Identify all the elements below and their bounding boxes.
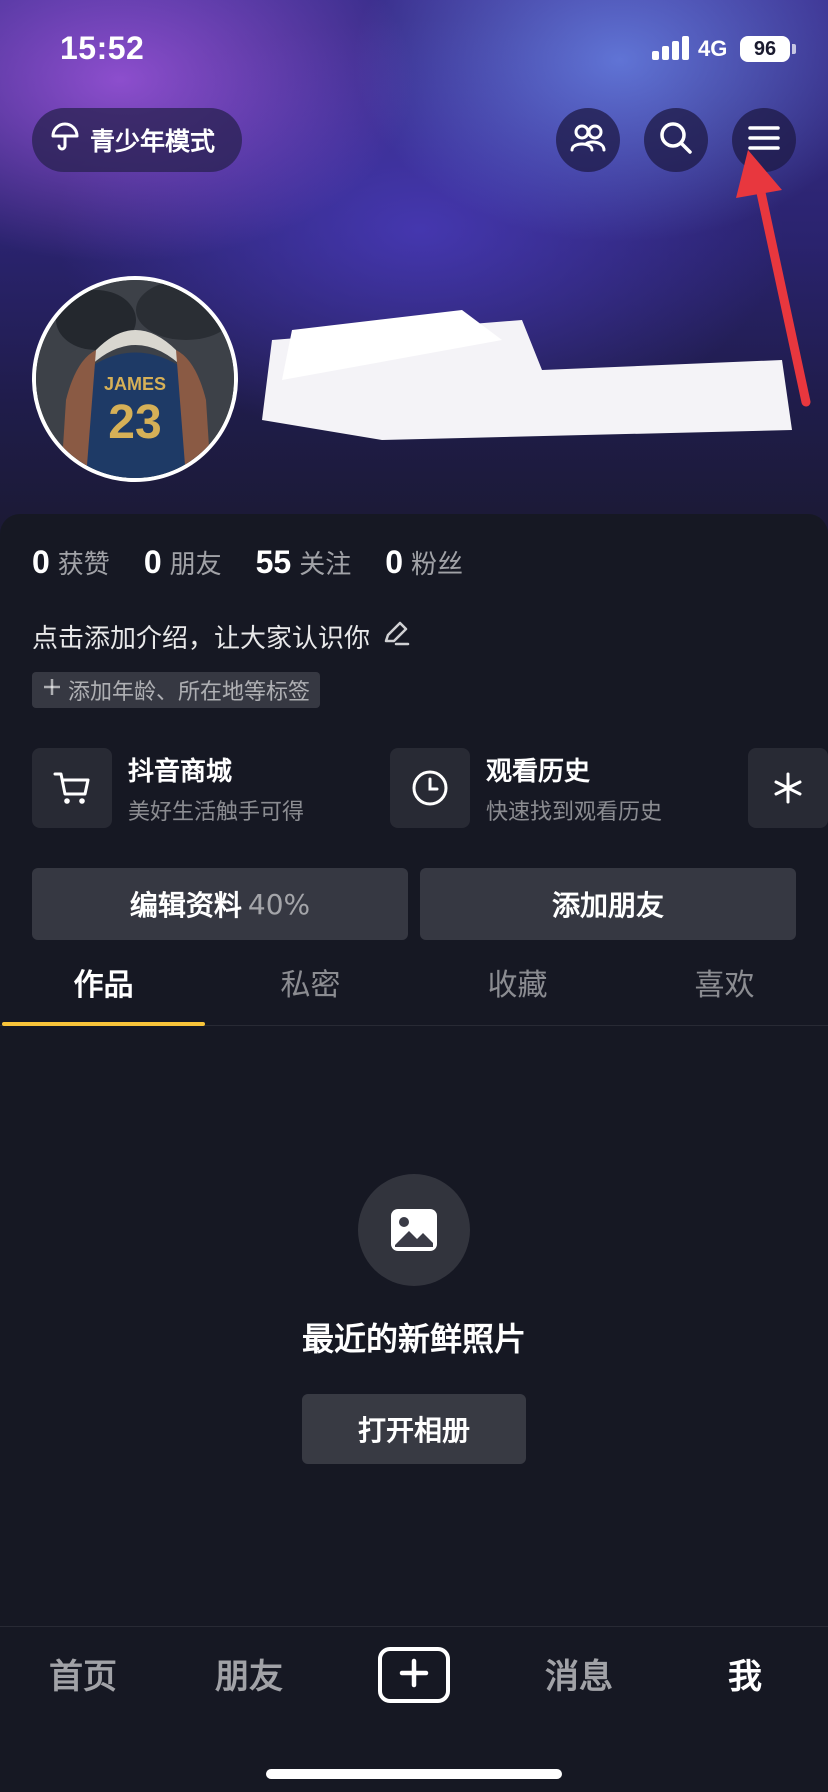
stat-label: 获赞 <box>57 550 110 580</box>
stat-label: 朋友 <box>169 550 222 580</box>
plus-icon <box>42 677 62 703</box>
status-bar: 15:52 4G 96 <box>0 0 828 100</box>
nav-messages[interactable]: 消息 <box>496 1649 662 1698</box>
add-tag-button[interactable]: 添加年龄、所在地等标签 <box>32 672 321 708</box>
add-tag-label: 添加年龄、所在地等标签 <box>68 680 311 705</box>
photo-icon <box>358 1174 470 1286</box>
tab-private[interactable]: 私密 <box>207 960 414 1025</box>
profile-completion: 40% <box>247 887 311 921</box>
shortcut-more[interactable] <box>748 748 828 828</box>
stat-label: 粉丝 <box>411 550 464 580</box>
tab-likes[interactable]: 喜欢 <box>621 960 828 1025</box>
avatar-image: JAMES 23 <box>36 280 234 478</box>
shortcut-title: 抖音商城 <box>128 756 233 787</box>
stat-likes[interactable]: 0 获赞 <box>32 544 110 581</box>
signal-icon <box>652 36 690 60</box>
battery-icon <box>792 44 796 54</box>
shortcut-mall[interactable]: 抖音商城 美好生活触手可得 <box>32 748 304 828</box>
plus-icon <box>399 1658 429 1692</box>
add-friend-button[interactable]: 添加朋友 <box>420 868 796 940</box>
empty-state-title: 最近的新鲜照片 <box>301 1320 526 1358</box>
stat-label: 关注 <box>299 550 352 580</box>
nav-home[interactable]: 首页 <box>0 1649 166 1698</box>
bottom-nav: 首页 朋友 消息 我 <box>0 1626 828 1792</box>
stat-friends[interactable]: 0 朋友 <box>144 544 222 581</box>
svg-text:JAMES: JAMES <box>104 374 166 394</box>
search-icon <box>658 120 694 160</box>
bio-prompt[interactable]: 点击添加介绍，让大家认识你 <box>32 618 410 655</box>
teen-mode-button[interactable]: 青少年模式 <box>32 108 242 172</box>
battery-level: 96 <box>740 36 790 62</box>
shortcut-title: 观看历史 <box>486 756 591 787</box>
action-buttons: 编辑资料 40% 添加朋友 <box>32 868 796 940</box>
edit-profile-button[interactable]: 编辑资料 40% <box>32 868 408 940</box>
redacted-username <box>262 310 792 440</box>
add-friend-label: 添加朋友 <box>551 889 664 922</box>
bio-text: 点击添加介绍，让大家认识你 <box>32 624 371 654</box>
svg-text:23: 23 <box>108 396 161 449</box>
tab-favorites[interactable]: 收藏 <box>414 960 621 1025</box>
content-tabs: 作品 私密 收藏 喜欢 <box>0 960 828 1026</box>
shortcut-history[interactable]: 观看历史 快速找到观看历史 <box>390 748 662 828</box>
create-button[interactable] <box>378 1647 450 1703</box>
stats-row: 0 获赞 0 朋友 55 关注 0 粉丝 <box>32 544 463 581</box>
home-indicator[interactable] <box>266 1769 562 1779</box>
nav-friends[interactable]: 朋友 <box>166 1649 332 1698</box>
umbrella-icon <box>50 122 80 158</box>
nav-me[interactable]: 我 <box>662 1649 828 1698</box>
open-album-button[interactable]: 打开相册 <box>302 1394 526 1464</box>
search-button[interactable] <box>644 108 708 172</box>
cart-icon <box>32 748 112 828</box>
clock-icon <box>390 748 470 828</box>
tab-works[interactable]: 作品 <box>0 960 207 1026</box>
shortcut-subtitle: 快速找到观看历史 <box>486 799 663 825</box>
stat-number: 0 <box>32 544 50 580</box>
stat-followers[interactable]: 0 粉丝 <box>385 544 463 581</box>
stat-number: 55 <box>255 544 292 580</box>
stat-following[interactable]: 55 关注 <box>256 544 352 581</box>
network-type: 4G <box>698 36 728 61</box>
sparkle-icon <box>748 748 828 828</box>
teen-mode-label: 青少年模式 <box>90 127 216 156</box>
edit-pencil-icon <box>382 619 410 654</box>
shortcut-subtitle: 美好生活触手可得 <box>128 799 305 825</box>
friends-button[interactable] <box>556 108 620 172</box>
avatar[interactable]: JAMES 23 <box>32 276 238 482</box>
stat-number: 0 <box>143 544 162 580</box>
friends-icon <box>570 122 606 158</box>
stat-number: 0 <box>385 544 404 580</box>
edit-profile-label: 编辑资料 <box>129 889 242 922</box>
profile-panel: 0 获赞 0 朋友 55 关注 0 粉丝 点击添加介绍，让大家认识你 添加年龄、… <box>0 514 828 1626</box>
status-time: 15:52 <box>60 30 145 66</box>
